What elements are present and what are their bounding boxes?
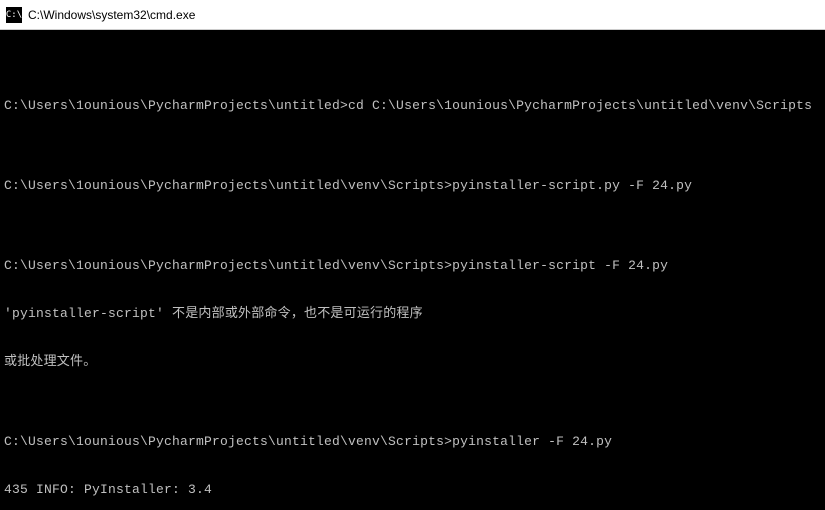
terminal-line: C:\Users\1ounious\PycharmProjects\untitl… [4,434,821,450]
terminal-line: 'pyinstaller-script' 不是内部或外部命令，也不是可运行的程序 [4,306,821,322]
window-title: C:\Windows\system32\cmd.exe [28,8,195,22]
window-titlebar: C:\ C:\Windows\system32\cmd.exe [0,0,825,30]
terminal-line: 或批处理文件。 [4,354,821,370]
terminal-line: C:\Users\1ounious\PycharmProjects\untitl… [4,98,821,114]
terminal-line: C:\Users\1ounious\PycharmProjects\untitl… [4,178,821,194]
terminal-output[interactable]: C:\Users\1ounious\PycharmProjects\untitl… [0,30,825,510]
terminal-line: 435 INFO: PyInstaller: 3.4 [4,482,821,498]
terminal-line: C:\Users\1ounious\PycharmProjects\untitl… [4,258,821,274]
cmd-icon: C:\ [6,7,22,23]
